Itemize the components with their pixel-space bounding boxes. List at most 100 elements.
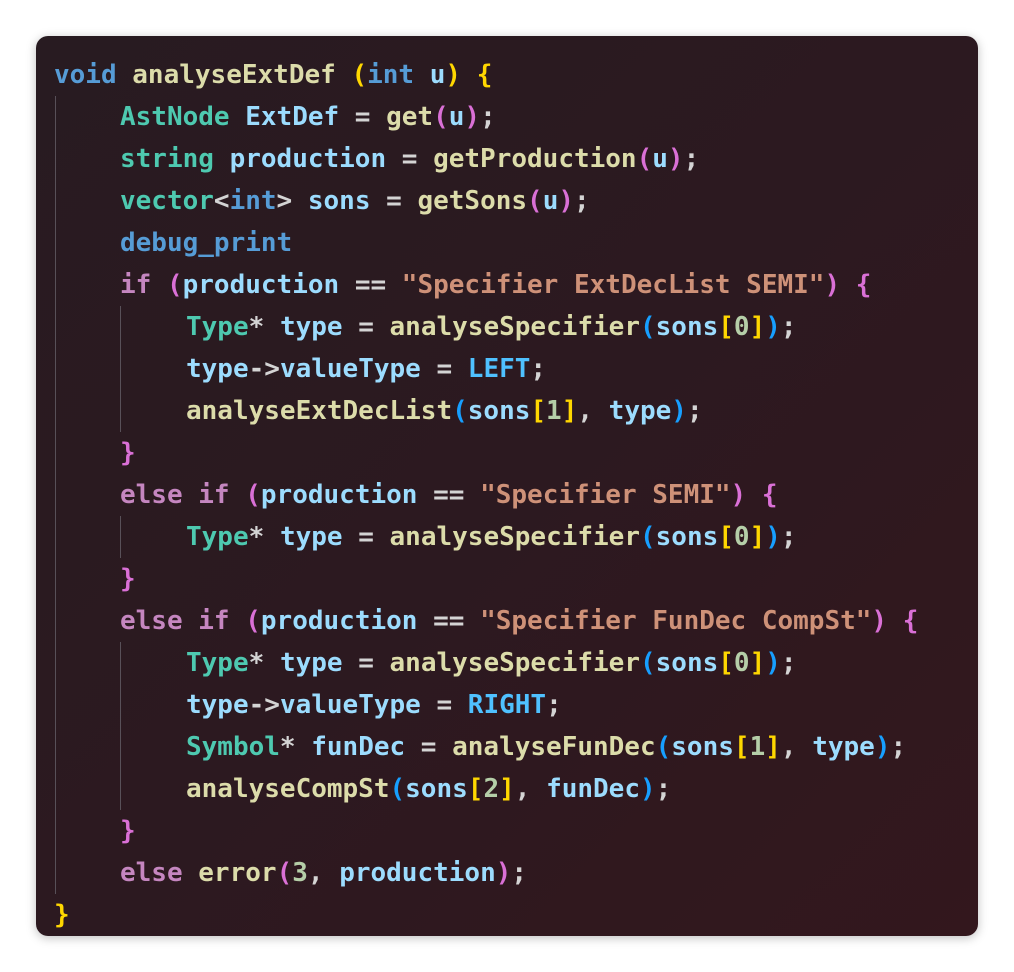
code-token: (: [245, 606, 261, 636]
code-token: ->: [248, 354, 280, 384]
code-token: 2: [483, 774, 500, 804]
code-token: ;: [780, 312, 797, 342]
code-token: "Specifier SEMI": [480, 480, 731, 510]
code-block: void analyseExtDef (int u) {AstNode ExtD…: [54, 54, 918, 936]
code-token: ;: [530, 354, 547, 384]
indent-guide: [55, 810, 56, 852]
code-token: *: [248, 648, 265, 678]
code-token: (: [639, 312, 656, 342]
indent-guide: [55, 390, 56, 432]
code-token: {: [476, 60, 493, 90]
indent-guide: [55, 516, 56, 558]
code-token: (: [245, 480, 261, 510]
indent-guide: [55, 180, 56, 222]
code-token: analyseSpecifier: [389, 648, 640, 678]
code-token: RIGHT: [467, 690, 547, 720]
code-token: ;: [683, 144, 700, 174]
code-token: "Specifier ExtDecList SEMI": [401, 270, 825, 300]
code-token: ==: [417, 606, 481, 636]
code-token: [: [718, 648, 734, 678]
code-token: ]: [561, 396, 578, 426]
code-token: (: [655, 732, 672, 762]
code-line: Type* type = analyseSpecifier(sons[0]);: [54, 306, 918, 348]
code-token: (: [276, 858, 293, 888]
code-token: (: [527, 186, 543, 216]
code-token: (: [636, 144, 653, 174]
code-token: type: [608, 396, 672, 426]
code-token: u: [542, 186, 559, 216]
code-token: ): [639, 774, 656, 804]
code-token: Symbol: [186, 732, 280, 762]
code-line: type->valueType = LEFT;: [54, 348, 918, 390]
code-token: Type: [186, 522, 249, 552]
code-token: int: [367, 60, 415, 90]
code-line: if (production == "Specifier ExtDecList …: [54, 264, 918, 306]
code-token: =: [342, 648, 390, 678]
indent-guide: [55, 348, 56, 390]
code-line-content: AstNode ExtDef = get(u);: [120, 102, 496, 132]
code-line-content: else error(3, production);: [120, 858, 527, 888]
code-line: string production = getProduction(u);: [54, 138, 918, 180]
code-line: else if (production == "Specifier FunDec…: [54, 600, 918, 642]
indent-guide: [55, 96, 56, 138]
code-token: ): [765, 522, 781, 552]
code-token: ;: [480, 102, 496, 132]
code-token: sons: [307, 186, 371, 216]
code-token: debug_print: [120, 228, 293, 258]
code-token: }: [120, 564, 136, 594]
code-token: (: [351, 60, 368, 90]
code-token: =: [339, 102, 387, 132]
indent-guide: [120, 516, 121, 558]
code-token: analyseExtDef: [132, 60, 336, 90]
code-token: production: [260, 480, 418, 510]
code-token: sons: [655, 312, 719, 342]
code-line: else error(3, production);: [54, 852, 918, 894]
code-token: }: [54, 900, 70, 930]
indent-guide: [120, 642, 121, 684]
code-token: sons: [655, 522, 719, 552]
code-token: string: [120, 144, 214, 174]
code-token: {: [761, 480, 778, 510]
code-token: analyseCompSt: [186, 774, 390, 804]
code-token: [: [467, 774, 484, 804]
code-line-content: type->valueType = RIGHT;: [186, 690, 562, 720]
code-token: =: [386, 144, 434, 174]
code-line-content: }: [120, 816, 136, 846]
code-token: {: [855, 270, 872, 300]
code-line-content: debug_print: [120, 228, 292, 258]
code-line-content: if (production == "Specifier ExtDecList …: [120, 270, 871, 300]
code-token: ): [871, 606, 888, 636]
code-token: LEFT: [467, 354, 531, 384]
code-line-content: }: [54, 900, 70, 930]
code-token: valueType: [279, 690, 421, 720]
code-line: AstNode ExtDef = get(u);: [54, 96, 918, 138]
code-token: get: [386, 102, 434, 132]
code-token: else: [120, 480, 183, 510]
code-token: analyseExtDecList: [186, 396, 453, 426]
code-token: if: [198, 480, 230, 510]
code-token: production: [339, 858, 496, 888]
code-token: Type: [186, 312, 249, 342]
code-token: sons: [467, 396, 531, 426]
code-token: getSons: [417, 186, 528, 216]
code-token: =: [342, 522, 390, 552]
code-token: [: [718, 522, 734, 552]
code-token: [: [530, 396, 547, 426]
code-line: }: [54, 558, 918, 600]
code-token: ): [824, 270, 841, 300]
code-token: ): [558, 186, 574, 216]
code-token: *: [248, 522, 265, 552]
code-token: 3: [292, 858, 308, 888]
code-line: Type* type = analyseSpecifier(sons[0]);: [54, 642, 918, 684]
code-line-content: Type* type = analyseSpecifier(sons[0]);: [186, 522, 797, 552]
code-token: valueType: [279, 354, 421, 384]
code-token: sons: [655, 648, 719, 678]
